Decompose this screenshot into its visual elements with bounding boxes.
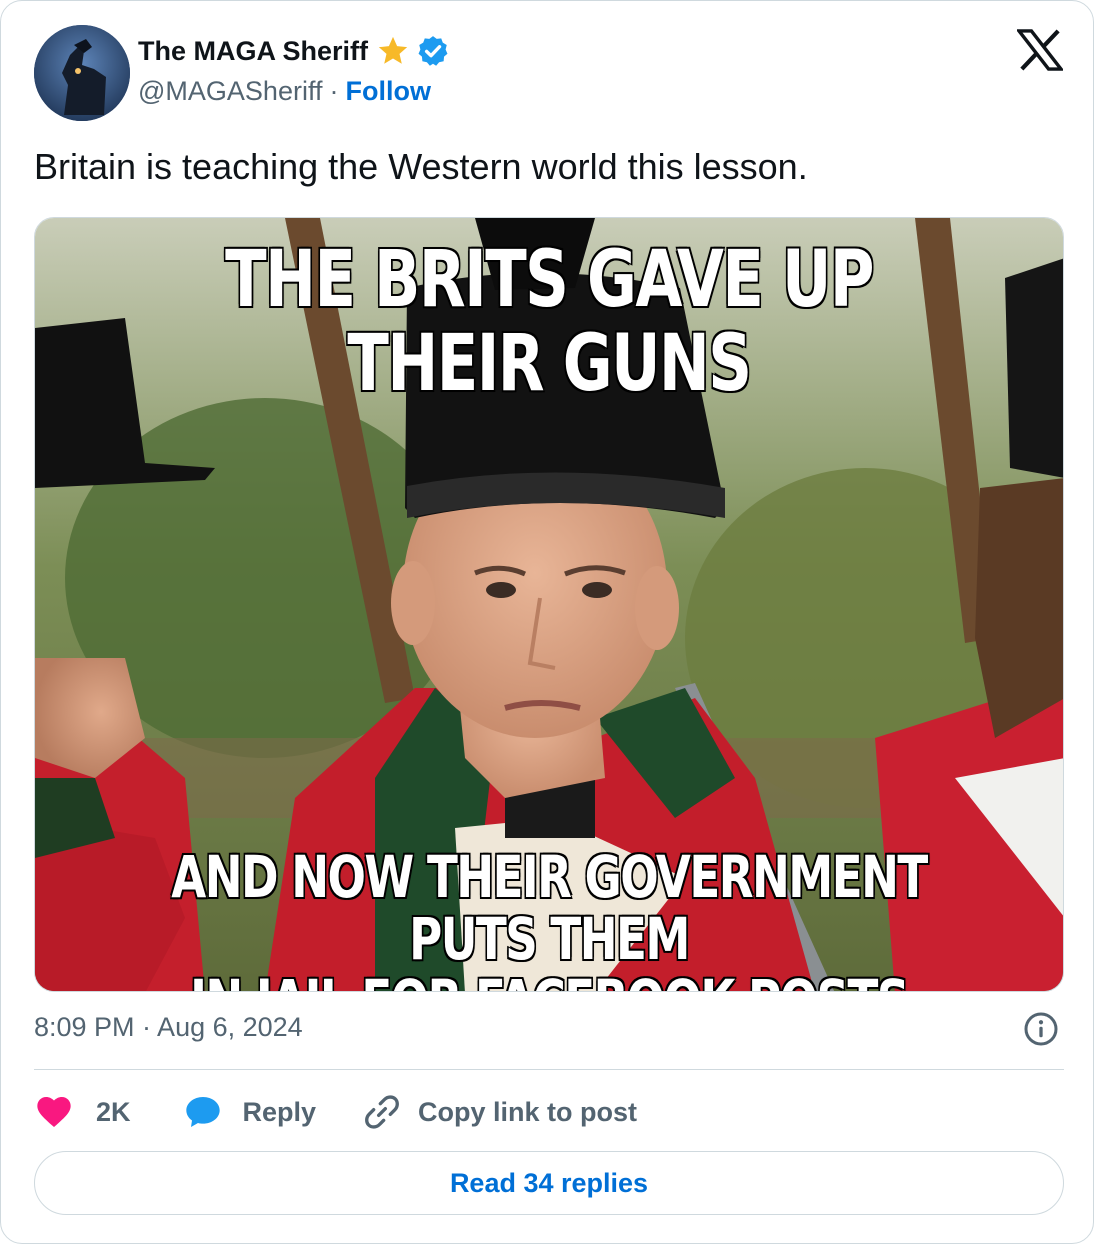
like-button[interactable]: 2K bbox=[34, 1092, 131, 1132]
separator-dot: · bbox=[329, 75, 339, 106]
copy-link-label: Copy link to post bbox=[418, 1096, 638, 1127]
x-logo-icon[interactable] bbox=[1017, 29, 1063, 71]
author-name-row: The MAGA Sheriff bbox=[138, 31, 450, 71]
reply-label: Reply bbox=[242, 1096, 317, 1127]
speech-bubble-icon bbox=[185, 1097, 220, 1127]
avatar[interactable] bbox=[34, 25, 130, 121]
link-icon bbox=[365, 1095, 399, 1129]
meme-caption-bottom-line1: AND NOW THEIR GOVERNMENT PUTS THEM bbox=[171, 843, 930, 973]
follow-link[interactable]: Follow bbox=[345, 76, 430, 107]
post-timestamp[interactable]: 8:09 PM · Aug 6, 2024 bbox=[34, 1009, 303, 1045]
embedded-post-card: The MAGA Sheriff @MAGASheriff · Follow B… bbox=[0, 0, 1094, 1244]
action-bar: 2K Reply Copy link to post bbox=[34, 1089, 637, 1135]
reply-button[interactable]: Reply bbox=[183, 1092, 317, 1132]
author-display-name[interactable]: The MAGA Sheriff bbox=[138, 36, 368, 67]
like-count: 2K bbox=[96, 1096, 131, 1127]
verified-badge-icon bbox=[418, 36, 448, 66]
copy-link-button[interactable]: Copy link to post bbox=[362, 1092, 637, 1132]
divider bbox=[34, 1069, 1064, 1070]
read-replies-button[interactable]: Read 34 replies bbox=[34, 1151, 1064, 1215]
post-text: Britain is teaching the Western world th… bbox=[34, 146, 808, 187]
author-handle-row: @MAGASheriff · Follow bbox=[138, 73, 431, 109]
info-icon[interactable] bbox=[1023, 1011, 1059, 1047]
meme-caption-bottom-line2: IN JAIL FOR FACEBOOK POSTS bbox=[148, 969, 950, 991]
star-icon bbox=[378, 36, 408, 64]
heart-icon bbox=[37, 1097, 71, 1127]
meme-caption-bottom: AND NOW THEIR GOVERNMENT PUTS THEM IN JA… bbox=[148, 843, 950, 991]
meme-caption-top: THE BRITS GAVE UP THEIR GUNS bbox=[224, 235, 875, 409]
post-image[interactable]: THE BRITS GAVE UP THEIR GUNS AND NOW THE… bbox=[34, 217, 1064, 992]
author-handle[interactable]: @MAGASheriff bbox=[138, 76, 322, 107]
